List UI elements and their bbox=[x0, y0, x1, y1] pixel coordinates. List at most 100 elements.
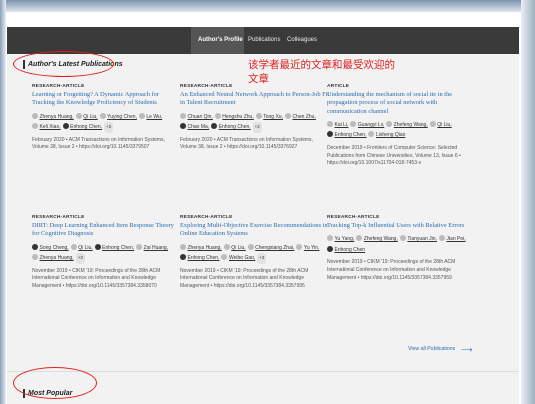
publication-title-link[interactable]: Tracking Top-k Influential Users with Re… bbox=[327, 222, 477, 230]
publication-type: ARTICLE bbox=[327, 84, 350, 89]
author-link[interactable]: Le Wu, bbox=[138, 112, 162, 123]
author-link[interactable]: Qi Liu, bbox=[429, 120, 452, 131]
author-link[interactable]: Zhefeng Wang, bbox=[356, 234, 398, 245]
author-name: Kai Li, bbox=[334, 121, 349, 128]
more-authors-button[interactable]: +2 bbox=[104, 122, 114, 133]
author-link[interactable]: Weibo Gao, bbox=[221, 253, 255, 264]
author-link[interactable]: Guangyi Lv, bbox=[350, 120, 384, 131]
avatar bbox=[327, 120, 333, 127]
avatar bbox=[180, 123, 186, 130]
avatar bbox=[211, 123, 218, 130]
author-link[interactable]: Zhenya Huang, bbox=[32, 253, 74, 264]
author-list: Yu Yang, Zhefeng Wang, Tianyuan Jin, Jian P… bbox=[327, 234, 477, 255]
author-name: Guangyi Lv, bbox=[357, 121, 385, 128]
author-link[interactable]: Enhong Chen, bbox=[62, 122, 102, 133]
author-link[interactable]: Enhong Chen bbox=[327, 245, 365, 256]
author-link[interactable]: Zhenya Huang, bbox=[180, 243, 222, 254]
author-name: Jian Pei, bbox=[446, 236, 466, 243]
author-link[interactable]: Tong Xu, bbox=[255, 112, 283, 123]
publication-title-link[interactable]: Learning or Forgetting? A Dynamic Approa… bbox=[32, 91, 182, 108]
avatar bbox=[255, 112, 262, 119]
publication-title-link[interactable]: Understanding the mechanism of social ti… bbox=[327, 91, 477, 116]
avatar bbox=[32, 112, 38, 119]
author-link[interactable]: Yu Yang, bbox=[327, 234, 354, 245]
publication-meta: November 2019 • CIKM '19: Proceedings of… bbox=[32, 267, 161, 290]
author-link[interactable]: Zhenya Huang, bbox=[32, 112, 74, 123]
avatar bbox=[327, 245, 333, 252]
author-name: Zhenya Huang, bbox=[39, 113, 74, 120]
author-name: Tianyuan Jin, bbox=[407, 236, 437, 243]
avatar bbox=[429, 120, 436, 127]
avatar bbox=[399, 235, 406, 242]
author-link[interactable]: Chen Zhu, bbox=[284, 112, 316, 123]
profile-nav-bar: Author's Profile Publications Colleagues bbox=[7, 27, 519, 54]
author-link[interactable]: Zai Huang, bbox=[136, 243, 168, 254]
author-link[interactable]: Lisheng Qiao bbox=[368, 130, 405, 141]
red-highlight-ellipse bbox=[13, 51, 114, 77]
avatar bbox=[32, 243, 38, 250]
author-link[interactable]: Tianyuan Jin, bbox=[399, 234, 437, 245]
author-link[interactable]: Hengshu Zhu, bbox=[214, 112, 254, 123]
tab-colleagues[interactable]: Colleagues bbox=[287, 37, 317, 43]
author-link[interactable]: Enhong Chen, bbox=[211, 122, 251, 133]
author-link[interactable]: Enhong Chen, bbox=[327, 130, 366, 141]
avatar bbox=[386, 120, 393, 127]
author-name: Tong Xu, bbox=[263, 113, 283, 120]
author-name: Song Cheng, bbox=[39, 244, 69, 251]
avatar bbox=[180, 254, 186, 261]
author-link[interactable]: Kai Li, bbox=[327, 120, 348, 131]
author-link[interactable]: Chao Ma, bbox=[180, 122, 209, 133]
author-link[interactable]: Enhong Chen, bbox=[180, 253, 219, 264]
arrow-right-icon[interactable]: ⟶ bbox=[461, 345, 472, 354]
author-link[interactable]: Jian Pei, bbox=[438, 234, 466, 245]
screenshot-frame: { "nav": {"tabs": ["Author's Profile", "… bbox=[0, 0, 535, 404]
author-name: Zhenya Huang, bbox=[39, 255, 74, 262]
author-link[interactable]: Zhefeng Wang, bbox=[386, 120, 428, 131]
author-name: Chen Zhu, bbox=[292, 113, 316, 120]
author-name: Qi Liu, bbox=[437, 121, 452, 128]
window-top-strip bbox=[0, 0, 535, 12]
avatar bbox=[75, 112, 82, 119]
author-name: Zhefeng Wang, bbox=[393, 121, 428, 128]
publication-type: RESEARCH-ARTICLE bbox=[327, 215, 380, 220]
tab-authors-profile[interactable]: Author's Profile bbox=[198, 37, 243, 43]
author-name: Enhong Chen, bbox=[187, 255, 220, 262]
author-link[interactable]: Chuan Qin, bbox=[180, 112, 213, 123]
avatar bbox=[136, 243, 143, 250]
author-name: Lisheng Qiao bbox=[375, 132, 406, 139]
author-link[interactable]: Qi Liu, bbox=[75, 112, 98, 123]
more-authors-button[interactable]: +2 bbox=[252, 122, 262, 133]
author-link[interactable]: Enhong Chen, bbox=[94, 243, 135, 254]
author-link[interactable]: Qi Liu, bbox=[223, 243, 246, 254]
author-name: Enhong Chen, bbox=[102, 244, 135, 251]
author-link[interactable]: Keli Xiao, bbox=[32, 122, 61, 133]
author-name: Enhong Chen bbox=[334, 246, 366, 253]
author-link[interactable]: Chengxiang Zhai, bbox=[247, 243, 294, 254]
author-name: Yu Yang, bbox=[334, 236, 355, 243]
author-link[interactable]: Qi Liu, bbox=[70, 243, 93, 254]
view-all-publications-link[interactable]: View all Publications bbox=[408, 346, 455, 352]
avatar bbox=[32, 254, 38, 261]
avatar bbox=[327, 235, 333, 242]
more-authors-button[interactable]: +3 bbox=[257, 253, 267, 264]
author-link[interactable]: Yu Yin, bbox=[296, 243, 319, 254]
more-authors-button[interactable]: +3 bbox=[75, 253, 85, 264]
author-name: Keli Xiao, bbox=[39, 124, 61, 131]
publication-type: RESEARCH-ARTICLE bbox=[180, 215, 233, 220]
annotation-text: 该学者最近的文章和最受欢迎的文章 bbox=[248, 59, 395, 85]
avatar bbox=[438, 235, 445, 242]
publication-title-link[interactable]: Exploring Multi-Objective Exercise Recom… bbox=[180, 222, 330, 239]
author-name: Chuan Qin, bbox=[187, 113, 213, 120]
publication-type: RESEARCH-ARTICLE bbox=[180, 84, 233, 89]
publication-meta: February 2020 • ACM Transactions on Info… bbox=[180, 136, 313, 151]
publication-card: ARTICLE Understanding the mechanism of so… bbox=[327, 84, 477, 168]
publication-title-link[interactable]: An Enhanced Neural Network Approach to P… bbox=[180, 91, 330, 108]
tab-publications[interactable]: Publications bbox=[248, 37, 280, 43]
author-name: Zhefeng Wang, bbox=[363, 236, 398, 243]
author-link[interactable]: Yuying Chen, bbox=[99, 112, 137, 123]
author-name: Weibo Gao, bbox=[228, 255, 256, 262]
publication-title-link[interactable]: DIRT: Deep Learning Enhanced Item Respon… bbox=[32, 222, 182, 239]
avatar bbox=[62, 123, 69, 130]
author-link[interactable]: Song Cheng, bbox=[32, 243, 69, 254]
author-name: Yuying Chen, bbox=[107, 113, 137, 120]
